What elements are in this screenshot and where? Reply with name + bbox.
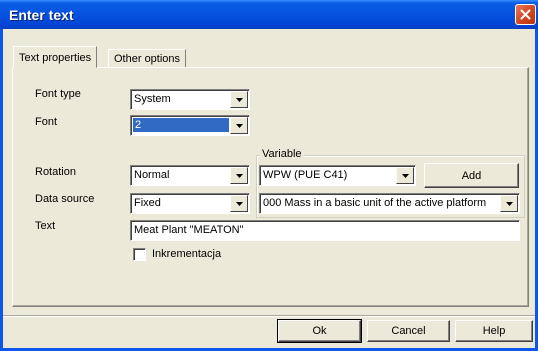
font-type-select[interactable]: System (130, 89, 250, 110)
dropdown-button[interactable] (230, 91, 248, 108)
close-button[interactable] (515, 4, 536, 25)
footer-separator (3, 315, 535, 317)
font-type-value: System (134, 93, 171, 105)
tab-label: Other options (114, 53, 181, 65)
chevron-down-icon (235, 123, 243, 128)
text-label: Text (35, 220, 56, 232)
text-input[interactable]: Meat Plant "MEATON" (130, 220, 520, 241)
dropdown-button[interactable] (396, 167, 414, 184)
window-border-left (0, 29, 3, 351)
close-icon (520, 9, 531, 20)
increment-checkbox[interactable] (133, 248, 146, 261)
data-source-value: Fixed (134, 197, 161, 209)
chevron-down-icon (235, 201, 243, 206)
font-value: 2 (133, 118, 229, 132)
increment-label: Inkrementacja (152, 248, 222, 260)
cancel-button[interactable]: Cancel (367, 320, 450, 342)
dropdown-button[interactable] (230, 195, 248, 212)
rotation-value: Normal (134, 169, 170, 181)
data-source-label: Data source (35, 193, 95, 205)
tab-text-properties[interactable]: Text properties (13, 46, 98, 68)
chevron-down-icon (235, 97, 243, 102)
help-button[interactable]: Help (455, 320, 533, 342)
rotation-select[interactable]: Normal (130, 165, 250, 186)
dropdown-button[interactable] (230, 167, 248, 184)
window-title: Enter text (9, 7, 74, 23)
variable-item-select[interactable]: 000 Mass in a basic unit of the active p… (259, 193, 520, 214)
dropdown-button[interactable] (500, 195, 518, 212)
dropdown-button[interactable] (230, 117, 248, 134)
variable-legend: Variable (260, 148, 304, 160)
variable-source-value: WPW (PUE C41) (263, 169, 348, 181)
add-button-label: Add (461, 169, 482, 182)
chevron-down-icon (401, 173, 409, 178)
cancel-button-label: Cancel (391, 325, 426, 337)
ok-button-label: Ok (312, 325, 327, 337)
help-button-label: Help (482, 325, 506, 337)
tab-label: Text properties (19, 52, 92, 64)
tab-other-options[interactable]: Other options (108, 49, 187, 67)
variable-item-value: 000 Mass in a basic unit of the active p… (263, 197, 487, 209)
font-type-label: Font type (35, 88, 81, 100)
chevron-down-icon (505, 201, 513, 206)
rotation-label: Rotation (35, 166, 76, 178)
variable-source-select[interactable]: WPW (PUE C41) (259, 165, 416, 186)
font-select[interactable]: 2 (130, 115, 250, 136)
title-bar[interactable] (0, 0, 538, 29)
font-label: Font (35, 116, 58, 128)
chevron-down-icon (235, 173, 243, 178)
ok-button[interactable]: Ok (277, 319, 362, 343)
data-source-select[interactable]: Fixed (130, 193, 250, 214)
add-button[interactable]: Add (424, 163, 519, 188)
